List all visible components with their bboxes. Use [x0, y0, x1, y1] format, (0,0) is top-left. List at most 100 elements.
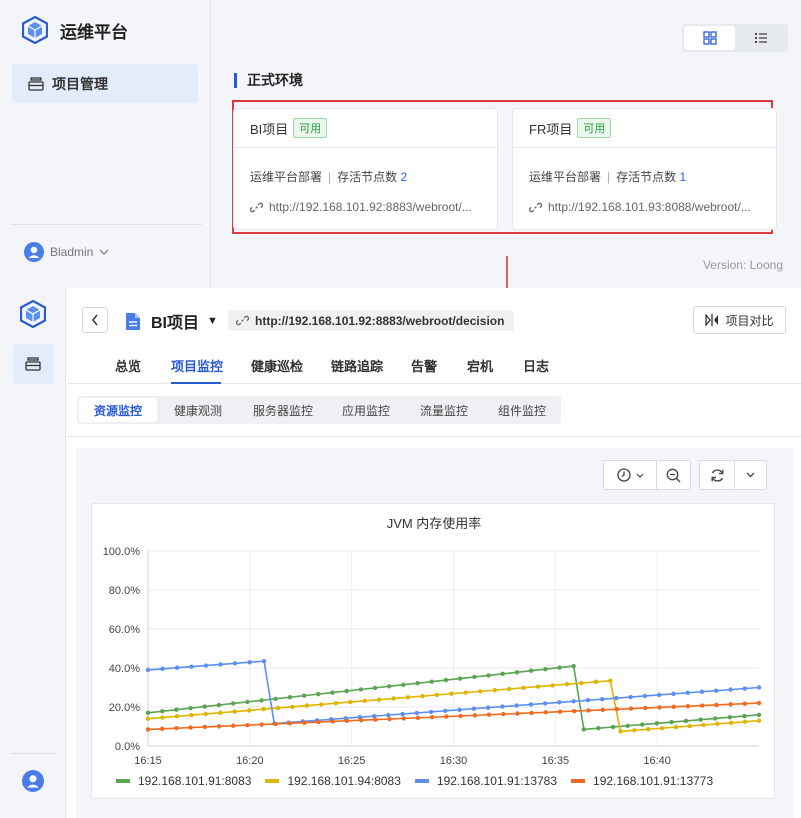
data-point — [571, 699, 576, 704]
data-point — [202, 704, 207, 709]
time-range-button[interactable] — [604, 461, 656, 489]
y-tick-label: 40.0% — [109, 663, 140, 675]
data-point — [429, 714, 435, 720]
data-point — [614, 707, 620, 712]
document-icon — [126, 312, 140, 330]
data-point — [506, 686, 512, 692]
data-point — [330, 719, 335, 724]
project-card-fr[interactable]: FR项目 可用 运维平台部署 | 存活节点数 1 http://192.168.10… — [512, 108, 777, 230]
tab-logs[interactable]: 日志 — [523, 356, 549, 375]
subtab-server-monitoring[interactable]: 服务器监控 — [239, 398, 327, 422]
back-button[interactable] — [82, 307, 108, 333]
data-point — [246, 708, 252, 713]
data-point — [699, 689, 705, 694]
data-point — [486, 712, 492, 717]
data-point — [729, 720, 734, 725]
data-point — [521, 685, 526, 691]
brand-name: 运维平台 — [60, 22, 128, 42]
project-list-screen: 运维平台 项目管理 Bladmin 正式环境 BI项目 可用 运维平台部署 | … — [0, 0, 801, 314]
main-content: 正式环境 BI项目 可用 运维平台部署 | 存活节点数 2 http://192.1… — [212, 0, 801, 288]
card-header: FR项目 可用 — [513, 109, 776, 148]
compare-icon — [705, 314, 719, 326]
data-point — [188, 725, 193, 730]
sidebar-item-project-management[interactable]: 项目管理 — [12, 64, 198, 103]
data-point — [514, 670, 520, 675]
data-point — [145, 716, 151, 721]
data-point — [579, 680, 584, 686]
refresh-button[interactable] — [700, 461, 734, 489]
data-point — [319, 702, 324, 707]
status-badge: 可用 — [577, 118, 612, 138]
data-point — [514, 703, 519, 708]
data-point — [571, 663, 576, 669]
x-tick-label: 16:15 — [134, 755, 162, 767]
data-point — [659, 725, 665, 731]
project-switcher[interactable]: BI项目 ▼ — [125, 309, 218, 333]
legend-item[interactable]: 192.168.101.91:13783 — [414, 774, 558, 788]
data-point — [316, 719, 321, 725]
data-point — [646, 727, 651, 732]
grid-icon — [702, 31, 717, 45]
data-point — [485, 705, 491, 710]
tab-trace[interactable]: 链路追踪 — [331, 356, 383, 375]
data-point — [261, 658, 267, 664]
data-point — [699, 703, 705, 708]
tab-downtime[interactable]: 宕机 — [467, 356, 493, 375]
subtab-traffic-monitoring[interactable]: 流量监控 — [405, 398, 483, 422]
nodes-count: 1 — [679, 170, 687, 184]
refresh-icon — [711, 468, 723, 482]
project-compare-button[interactable]: 项目对比 — [693, 306, 786, 334]
legend-item[interactable]: 192.168.101.91:8083 — [116, 774, 251, 788]
nodes-label: 存活节点数 — [337, 170, 398, 184]
refresh-interval-dropdown[interactable] — [734, 461, 766, 489]
project-name: BI项目 — [151, 315, 200, 332]
stack-icon — [28, 76, 44, 91]
main-tabs: 总览 项目监控 健康巡检 链路追踪 告警 宕机 日志 — [67, 346, 801, 384]
card-url[interactable]: http://192.168.101.93:8088/webroot/... — [529, 200, 765, 214]
tab-alerts[interactable]: 告警 — [411, 356, 437, 375]
data-point — [145, 727, 151, 732]
data-point — [174, 714, 180, 719]
card-url[interactable]: http://192.168.101.92:8883/webroot/... — [250, 200, 486, 214]
data-point — [557, 665, 562, 670]
data-point — [391, 696, 396, 701]
data-point — [232, 709, 237, 714]
subtab-health-observation[interactable]: 健康观测 — [159, 398, 237, 422]
data-point — [275, 705, 281, 711]
data-point — [333, 701, 339, 706]
avatar-icon[interactable] — [22, 770, 44, 792]
subtab-resource-monitoring[interactable]: 资源监控 — [79, 398, 157, 422]
legend-label: 192.168.101.91:13783 — [436, 774, 558, 788]
project-url[interactable]: http://192.168.101.92:8883/webroot/decis… — [228, 310, 515, 331]
grid-view-button[interactable] — [684, 26, 735, 50]
subtab-app-monitoring[interactable]: 应用监控 — [327, 398, 405, 422]
tab-overview[interactable]: 总览 — [115, 356, 141, 375]
active-tab-indicator — [171, 382, 221, 384]
subtab-component-monitoring[interactable]: 组件监控 — [483, 398, 561, 422]
data-point — [189, 712, 194, 718]
project-card-bi[interactable]: BI项目 可用 运维平台部署 | 存活节点数 2 http://192.168.10… — [233, 108, 498, 230]
y-tick-label: 20.0% — [109, 702, 140, 714]
x-tick-label: 16:30 — [440, 755, 468, 767]
data-point — [535, 684, 541, 689]
data-point — [287, 721, 293, 726]
tab-project-monitoring[interactable]: 项目监控 — [171, 356, 223, 375]
legend-item[interactable]: 192.168.101.94:8083 — [265, 774, 401, 788]
data-point — [550, 683, 555, 688]
data-point — [287, 695, 293, 700]
data-point — [557, 709, 563, 714]
user-menu[interactable]: Bladmin — [24, 242, 109, 262]
data-point — [457, 676, 463, 681]
data-point — [401, 682, 406, 687]
zoom-out-button[interactable] — [656, 461, 690, 489]
tab-health-inspection[interactable]: 健康巡检 — [251, 356, 303, 375]
chevron-down-icon — [636, 473, 643, 478]
legend-item[interactable]: 192.168.101.91:13773 — [571, 774, 713, 788]
data-point — [414, 710, 420, 716]
data-point — [273, 721, 279, 727]
data-point — [449, 691, 454, 696]
list-view-button[interactable] — [735, 26, 786, 50]
section-title-text: 正式环境 — [247, 72, 303, 88]
username: Bladmin — [50, 245, 94, 259]
sidebar-item-project-management[interactable] — [13, 344, 53, 384]
